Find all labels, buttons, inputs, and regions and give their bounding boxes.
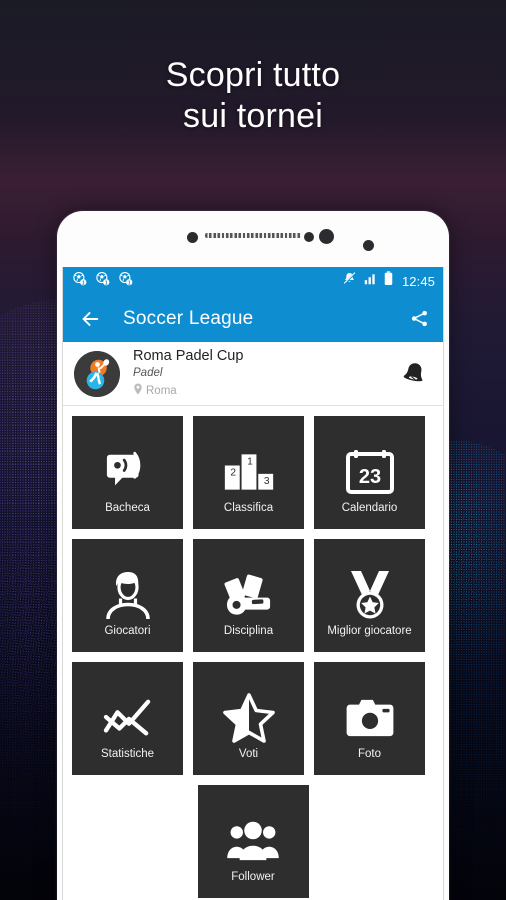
menu-tile-classifica[interactable]: 2 1 3 Classifica xyxy=(193,416,304,529)
status-bar-notifications: 1 1 1 xyxy=(72,271,133,291)
promo-headline: Scopri tutto sui tornei xyxy=(0,55,506,137)
light-sensor-dot xyxy=(304,232,314,242)
menu-tile-foto[interactable]: Foto xyxy=(314,662,425,775)
share-icon[interactable] xyxy=(410,309,429,328)
menu-grid-row: Follower xyxy=(72,785,434,898)
phone-mockup: 1 1 1 12:45 Soccer League Roma Padel Cup… xyxy=(57,211,449,900)
svg-text:1: 1 xyxy=(82,280,85,286)
menu-tile-giocatori[interactable]: Giocatori xyxy=(72,539,183,652)
menu-tile-bacheca[interactable]: Bacheca xyxy=(72,416,183,529)
earpiece-speaker xyxy=(205,233,301,238)
medal-star-icon xyxy=(347,567,393,623)
menu-tile-label: Disciplina xyxy=(223,625,274,637)
svg-text:1: 1 xyxy=(247,456,253,467)
menu-tile-voti[interactable]: Voti xyxy=(193,662,304,775)
svg-text:23: 23 xyxy=(358,466,380,488)
proximity-sensor-dot xyxy=(187,232,198,243)
menu-tile-calendario[interactable]: 23 Calendario xyxy=(314,416,425,529)
person-icon xyxy=(104,567,152,623)
battery-icon xyxy=(383,271,394,291)
menu-tile-label: Classifica xyxy=(223,502,274,514)
svg-text:1: 1 xyxy=(128,280,131,286)
svg-text:2: 2 xyxy=(230,467,236,478)
phone-top-bezel xyxy=(57,211,449,267)
people-group-icon xyxy=(226,813,280,869)
menu-tile-statistiche[interactable]: Statistiche xyxy=(72,662,183,775)
svg-text:1: 1 xyxy=(105,280,108,286)
whistle-cards-icon xyxy=(223,567,275,623)
menu-tile-follower[interactable]: Follower xyxy=(197,785,309,898)
signal-bars-icon xyxy=(363,272,377,291)
menu-tile-label: Follower xyxy=(231,871,275,883)
arrow-back-icon[interactable] xyxy=(79,308,101,330)
menu-grid: Bacheca 2 1 3 Classifica 23 Calendario G… xyxy=(63,406,443,900)
soccer-ball-notification-icon: 1 xyxy=(118,271,133,291)
status-bar-clock: 12:45 xyxy=(401,273,435,289)
app-bar-title: Soccer League xyxy=(123,307,254,329)
status-bar: 1 1 1 12:45 xyxy=(63,267,443,295)
headline-line-2: sui tornei xyxy=(183,97,323,135)
bell-muted-icon xyxy=(342,271,357,291)
promo-screenshot: Scopri tutto sui tornei 1 1 1 12:45 Socc… xyxy=(0,0,506,900)
menu-grid-row: Statistiche Voti Foto xyxy=(72,662,434,775)
menu-tile-label: Giocatori xyxy=(104,625,151,637)
soccer-ball-notification-icon: 1 xyxy=(95,271,110,291)
menu-tile-label: Statistiche xyxy=(100,748,155,760)
camera-icon xyxy=(345,690,395,746)
line-chart-icon xyxy=(103,690,153,746)
tournament-header-card[interactable]: Roma Padel Cup Padel Roma xyxy=(63,342,443,406)
app-bar: Soccer League xyxy=(63,295,443,342)
half-star-icon xyxy=(222,690,275,746)
menu-tile-miglior-giocatore[interactable]: Miglior giocatore xyxy=(314,539,425,652)
tournament-info: Roma Padel Cup Padel Roma xyxy=(133,348,399,400)
message-broadcast-icon xyxy=(105,444,151,500)
menu-tile-label: Voti xyxy=(238,748,259,760)
headline-line-1: Scopri tutto xyxy=(165,56,341,94)
calendar-icon: 23 xyxy=(345,444,394,500)
tournament-location: Roma xyxy=(133,382,399,400)
menu-tile-label: Calendario xyxy=(341,502,398,514)
menu-tile-label: Bacheca xyxy=(105,502,150,514)
tournament-location-text: Roma xyxy=(146,384,177,397)
menu-grid-row: Giocatori Disciplina Miglior giocatore xyxy=(72,539,434,652)
menu-tile-label: Miglior giocatore xyxy=(327,625,412,637)
soccer-ball-notification-icon: 1 xyxy=(72,271,87,291)
podium-icon: 2 1 3 xyxy=(223,444,275,500)
menu-tile-disciplina[interactable]: Disciplina xyxy=(193,539,304,652)
tournament-name: Roma Padel Cup xyxy=(133,347,244,364)
menu-tile-label: Foto xyxy=(357,748,381,760)
front-camera-dot xyxy=(319,229,334,244)
bell-icon[interactable] xyxy=(399,359,429,389)
padel-player-avatar xyxy=(74,350,120,397)
phone-screen: 1 1 1 12:45 Soccer League Roma Padel Cup… xyxy=(62,267,444,900)
status-bar-system-icons: 12:45 xyxy=(342,271,435,291)
led-indicator-dot xyxy=(363,240,374,251)
location-pin-icon xyxy=(133,382,143,400)
svg-text:3: 3 xyxy=(263,476,269,487)
menu-grid-row: Bacheca 2 1 3 Classifica 23 Calendario xyxy=(72,416,434,529)
tournament-sport: Padel xyxy=(133,366,163,379)
